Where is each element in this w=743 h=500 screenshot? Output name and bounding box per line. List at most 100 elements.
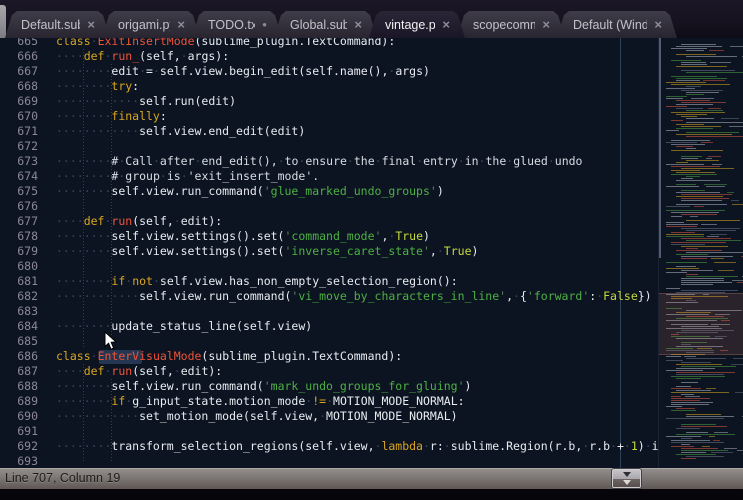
line-content: ········update_status_line(self.view) [56,319,312,334]
tab-label: Default (Windo [573,18,647,32]
code-line: 669············self.run(edit) [0,94,658,109]
line-number: 669 [0,94,38,109]
tab-todo.txt[interactable]: TODO.txt ● [192,11,282,38]
tab-vintage.py[interactable]: vintage.py × [369,11,465,38]
tab-close-icon[interactable]: × [177,20,185,30]
line-number: 680 [0,259,38,274]
code-line: 665 class·ExitInsertMode(sublime_plugin.T… [0,38,658,49]
code-line: 683 [0,304,658,319]
tab-default.sublim[interactable]: Default.sublim× [5,11,110,38]
line-number: 665 [0,38,38,49]
window: 665 class·ExitInsertMode(sublime_plugin.T… [0,0,743,500]
line-number: 688 [0,379,38,394]
code-line: 685 [0,334,658,349]
tab-label: vintage.py [385,18,435,32]
line-number: 692 [0,439,38,454]
line-number: 690 [0,409,38,424]
line-number: 678 [0,229,38,244]
line-number: 672 [0,139,38,154]
tab-global.sublime[interactable]: Global.sublime × [274,11,377,38]
minimap-viewport[interactable] [659,293,743,355]
code-line: 672 [0,139,658,154]
line-content: ········self.view.settings().set('invers… [56,244,478,259]
code-line: 674········#·group·is·'exit_insert_mode'… [0,169,658,184]
line-content: ············set_motion_mode(self.view,·M… [56,409,458,424]
line-content: ········try: [56,79,139,94]
line-number: 679 [0,244,38,259]
line-content: ········transform_selection_regions(self… [56,439,658,454]
scrollbar-steppers[interactable] [612,469,641,488]
code-line: 676 [0,199,658,214]
code-line: 688 ········self.view.run_command('mark_u… [0,379,658,394]
code-line: 678········self.view.settings().set('com… [0,229,658,244]
line-number: 667 [0,64,38,79]
tab-label: Global.sublime [290,18,347,32]
line-content: ········if·g_input_state.motion_mode·!=·… [56,394,465,409]
tab-dirty-icon[interactable]: ● [262,21,267,29]
line-number: 666 [0,49,38,64]
code-line: 690 ············set_motion_mode(self.view… [0,409,658,424]
window-bottom-edge [0,489,743,500]
tab-close-icon[interactable]: × [354,20,362,30]
code-line: 668 ········try: [0,79,658,94]
minimap-content [666,40,742,460]
tab-strip: Default.sublim× origami.py × TODO.txt ● Globa… [5,0,669,38]
mouse-cursor [104,331,118,356]
code-line: 686class·EnterVisualMode(sublime_plugin.… [0,349,658,364]
line-content: ············self.view.end_edit(edit) [56,124,305,139]
tab-label: origami.py [118,18,170,32]
tab-default-windo[interactable]: Default (Windo × [557,11,677,38]
line-number: 685 [0,334,38,349]
code-line: 673 ········#·Call·after·end_edit(),·to·e… [0,154,658,169]
code-line: 687····def·run(self,·edit): [0,364,658,379]
code-line: 680 [0,259,658,274]
scroll-stepper-bottom[interactable] [613,479,640,488]
code-line: 679 ········self.view.settings().set('inv… [0,244,658,259]
line-number: 671 [0,124,38,139]
code-line: 677 ····def·run(self,·edit): [0,214,658,229]
scroll-stepper-top[interactable] [613,470,640,479]
line-number: 684 [0,319,38,334]
status-caret-position: Line 707, Column 19 [5,471,120,485]
tab-label: scopecommand [473,18,535,32]
line-number: 677 [0,214,38,229]
tab-close-icon[interactable]: × [542,20,550,30]
line-content: class·ExitInsertMode(sublime_plugin.Text… [56,38,395,49]
line-number: 691 [0,424,38,439]
code-line: 689 ········if·g_input_state.motion_mode·… [0,394,658,409]
code-line: 671 ············self.view.end_edit(edit) [0,124,658,139]
code-line: 670········finally: [0,109,658,124]
line-content: ········#·Call·after·end_edit(),·to·ensu… [56,154,582,169]
line-content: ····def·run(self,·edit): [56,364,222,379]
code-line: 667 ········edit·=·self.view.begin_edit(s… [0,64,658,79]
code-line: 675········self.view.run_command('glue_m… [0,184,658,199]
tab-close-icon[interactable]: × [442,20,450,30]
code-line: 682············self.view.run_command('vi… [0,289,658,304]
triangle-down-icon [623,472,631,477]
line-number: 689 [0,394,38,409]
line-number: 670 [0,109,38,124]
tab-close-icon[interactable]: × [87,20,95,30]
tab-bar: Default.sublim× origami.py × TODO.txt ● Globa… [0,0,743,38]
line-content: ········self.view.run_command('glue_mark… [56,184,444,199]
line-number: 673 [0,154,38,169]
tab-origami.py[interactable]: origami.py × [102,11,200,38]
line-content: ········self.view.run_command('mark_undo… [56,379,471,394]
line-number: 682 [0,289,38,304]
tab-scopecommand[interactable]: scopecommand × [457,11,565,38]
code-editor[interactable]: 665 class·ExitInsertMode(sublime_plugin.T… [0,38,743,468]
line-content: ········#·group·is·'exit_insert_mode'. [56,169,319,184]
minimap[interactable] [658,38,743,468]
code-area: 665 class·ExitInsertMode(sublime_plugin.T… [0,38,658,468]
scrollbar-thumb[interactable] [659,38,661,258]
code-line: 684 ········update_status_line(self.view) [0,319,658,334]
code-line: 692 ········transform_selection_regions(s… [0,439,658,454]
line-number: 693 [0,454,38,468]
code-line: 681········if·not·self.view.has_non_empt… [0,274,658,289]
line-content: ········edit·=·self.view.begin_edit(self… [56,64,430,79]
line-content: ····def·run(self,·edit): [56,214,222,229]
triangle-down-icon [623,480,631,485]
tab-close-icon[interactable]: × [654,20,662,30]
tab-label: TODO.txt [208,18,255,32]
line-number: 668 [0,79,38,94]
